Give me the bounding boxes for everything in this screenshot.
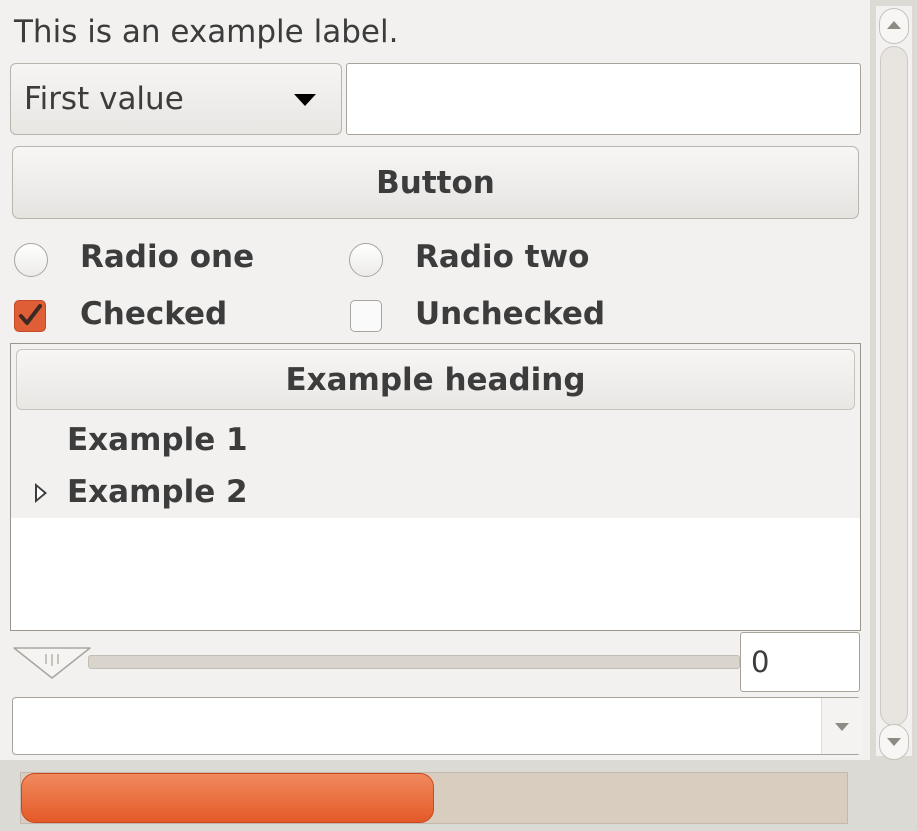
scroll-up-arrow-icon[interactable] xyxy=(879,8,909,44)
progress-fill xyxy=(21,773,434,823)
combobox-dropdown-icon[interactable] xyxy=(821,698,862,754)
combobox-entry[interactable] xyxy=(12,697,862,755)
value-combobox[interactable]: First value xyxy=(10,63,342,135)
radio-one[interactable] xyxy=(14,243,48,277)
scrollbar-track[interactable] xyxy=(880,46,908,726)
checkmark-icon xyxy=(19,304,42,325)
slider-handle[interactable] xyxy=(12,646,92,680)
tree-view[interactable]: Example heading Example 1 Example 2 xyxy=(10,343,861,631)
checked-checkbox[interactable] xyxy=(14,300,46,332)
expander-triangle-icon[interactable] xyxy=(35,483,47,503)
button[interactable]: Button xyxy=(12,146,859,219)
radio-two[interactable] xyxy=(349,243,383,277)
unchecked-checkbox[interactable] xyxy=(350,300,382,332)
tree-item[interactable]: Example 2 xyxy=(67,474,248,510)
unchecked-checkbox-label: Unchecked xyxy=(415,296,606,332)
scroll-down-arrow-icon[interactable] xyxy=(879,724,909,760)
slider-trough[interactable] xyxy=(88,655,740,669)
dropdown-arrow-icon xyxy=(294,94,316,106)
checked-checkbox-label: Checked xyxy=(80,296,228,332)
tree-column-heading[interactable]: Example heading xyxy=(16,349,855,410)
radio-two-label: Radio two xyxy=(415,239,590,275)
tree-item[interactable]: Example 1 xyxy=(67,422,248,458)
progress-bar xyxy=(20,772,848,824)
example-label: This is an example label. xyxy=(14,14,399,50)
vertical-scrollbar[interactable] xyxy=(876,6,912,760)
combobox-selected-value: First value xyxy=(24,81,184,117)
radio-one-label: Radio one xyxy=(80,239,255,275)
value-spinbox[interactable]: 0 xyxy=(740,632,860,692)
text-entry[interactable] xyxy=(346,63,861,135)
